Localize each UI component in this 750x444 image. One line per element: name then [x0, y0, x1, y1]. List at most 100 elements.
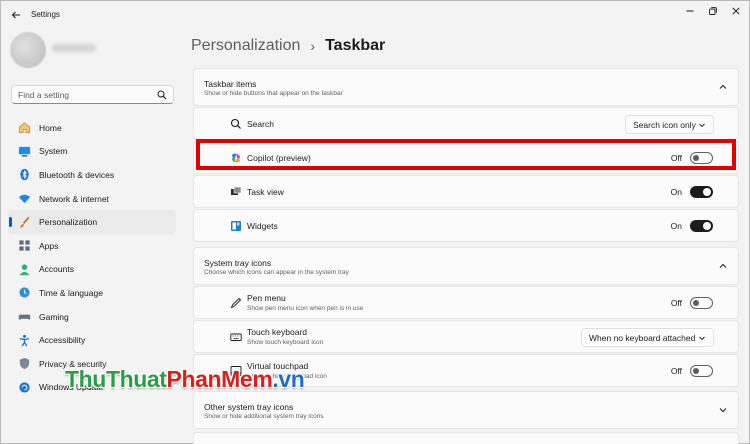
toggle-state-label: Off — [670, 153, 682, 163]
sidebar-item-label: System — [39, 146, 68, 157]
section-title: System tray icons — [204, 258, 272, 268]
sidebar-item-label: Gaming — [39, 311, 69, 322]
app-title: Settings — [31, 10, 60, 19]
person-icon — [17, 262, 31, 276]
chevron-up-icon[interactable] — [718, 261, 728, 271]
touch-keyboard-dropdown[interactable]: When no keyboard attached — [581, 328, 714, 347]
sidebar-item-label: Personalization — [39, 217, 98, 228]
row-description: Show touch keyboard icon — [247, 339, 324, 346]
toggle-state-label: On — [670, 187, 682, 197]
restore-button[interactable] — [702, 4, 724, 18]
chevron-up-icon[interactable] — [718, 82, 728, 92]
taskbar-items-header[interactable]: Taskbar items Show or hide buttons that … — [193, 68, 739, 106]
row-label: Widgets — [247, 221, 278, 231]
dropdown-value: When no keyboard attached — [589, 332, 696, 343]
sidebar-item-system[interactable]: System — [8, 140, 176, 164]
sidebar-item-bluetooth[interactable]: Bluetooth & devices — [8, 163, 176, 187]
find-setting-search[interactable] — [11, 85, 174, 104]
sidebar-item-label: Accessibility — [39, 335, 86, 346]
section-subtitle: Choose which icons can appear in the sys… — [204, 269, 349, 276]
row-label: Task view — [247, 187, 284, 197]
section-title: Other system tray icons — [204, 402, 294, 412]
search-setting-row: Search Search icon only — [193, 107, 739, 140]
blurred-account-name — [52, 44, 96, 52]
globe-clock-icon — [17, 286, 31, 300]
apps-icon — [17, 239, 31, 253]
toggle-state-label: On — [670, 221, 682, 231]
avatar — [10, 32, 46, 68]
pen-icon — [229, 296, 243, 310]
chevron-down-icon — [699, 123, 705, 128]
section-subtitle: Show or hide buttons that appear on the … — [204, 90, 343, 97]
task-view-setting-row: Task view On — [193, 175, 739, 208]
task-view-toggle[interactable] — [690, 186, 713, 198]
system-tray-header[interactable]: System tray icons Choose which icons can… — [193, 247, 739, 285]
pen-menu-setting-row: Pen menu Show pen menu icon when pen is … — [193, 286, 739, 319]
sidebar-item-network[interactable]: Network & internet — [8, 187, 176, 211]
sidebar-item-home[interactable]: Home — [8, 116, 176, 140]
breadcrumb: Personalization › Taskbar — [191, 36, 385, 56]
row-label: Touch keyboard — [247, 327, 308, 337]
row-description: Show pen menu icon when pen is in use — [247, 305, 364, 312]
minimize-icon — [686, 10, 694, 12]
sidebar-item-apps[interactable]: Apps — [8, 234, 176, 258]
chevron-down-icon[interactable] — [718, 405, 728, 415]
copilot-icon — [229, 151, 243, 165]
active-indicator — [9, 217, 12, 228]
brush-icon — [17, 215, 31, 229]
toggle-state-label: Off — [670, 298, 682, 308]
close-button[interactable] — [725, 4, 747, 18]
widgets-setting-row: Widgets On — [193, 209, 739, 242]
restore-icon — [709, 7, 717, 15]
breadcrumb-separator: › — [310, 38, 316, 54]
close-icon — [732, 7, 740, 15]
search-input[interactable] — [18, 88, 158, 102]
widgets-toggle[interactable] — [690, 220, 713, 232]
section-subtitle: Show or hide additional system tray icon… — [204, 413, 324, 420]
home-icon — [17, 121, 31, 135]
sidebar-item-personalization[interactable]: Personalization — [8, 210, 176, 234]
pen-menu-toggle[interactable] — [690, 297, 713, 309]
sidebar-item-accounts[interactable]: Accounts — [8, 258, 176, 282]
watermark: ThuThuatPhanMem.vn — [65, 366, 305, 393]
section-title: Taskbar items — [204, 79, 257, 89]
search-icon — [229, 117, 243, 131]
dropdown-value: Search icon only — [633, 119, 696, 130]
breadcrumb-parent[interactable]: Personalization — [191, 37, 300, 55]
toggle-state-label: Off — [670, 366, 682, 376]
widgets-icon — [229, 219, 243, 233]
watermark-part: PhanMem — [166, 366, 273, 392]
copilot-toggle[interactable] — [690, 152, 713, 164]
row-label: Pen menu — [247, 293, 286, 303]
next-section-card[interactable] — [193, 432, 739, 444]
back-button[interactable] — [8, 7, 24, 23]
wifi-icon — [17, 192, 31, 206]
gamepad-icon — [17, 310, 31, 324]
sidebar-item-gaming[interactable]: Gaming — [8, 305, 176, 329]
sidebar-item-label: Accounts — [39, 264, 74, 275]
minimize-button[interactable] — [679, 4, 701, 18]
row-label: Search — [247, 119, 274, 129]
user-profile[interactable] — [10, 32, 130, 74]
shield-icon — [17, 357, 31, 371]
search-icon[interactable] — [157, 90, 167, 100]
row-label: Copilot (preview) — [247, 153, 311, 163]
other-tray-icons-header[interactable]: Other system tray icons Show or hide add… — [193, 391, 739, 429]
sidebar-item-time-language[interactable]: Time & language — [8, 281, 176, 305]
page-title: Taskbar — [325, 37, 386, 54]
sidebar-nav: Home System Bluetooth & devices Network … — [8, 116, 176, 399]
sidebar-item-label: Time & language — [39, 287, 103, 298]
sidebar-item-label: Network & internet — [39, 193, 109, 204]
back-arrow-icon — [11, 11, 20, 19]
update-icon — [17, 380, 31, 394]
watermark-part: ThuThuat — [65, 366, 167, 392]
sidebar-item-label: Bluetooth & devices — [39, 169, 115, 180]
chevron-down-icon — [699, 336, 705, 341]
sidebar-item-label: Home — [39, 122, 62, 133]
monitor-icon — [17, 144, 31, 158]
bluetooth-icon — [17, 168, 31, 182]
accessibility-icon — [17, 333, 31, 347]
sidebar-item-accessibility[interactable]: Accessibility — [8, 328, 176, 352]
virtual-touchpad-toggle[interactable] — [690, 365, 713, 377]
search-mode-dropdown[interactable]: Search icon only — [625, 115, 714, 134]
